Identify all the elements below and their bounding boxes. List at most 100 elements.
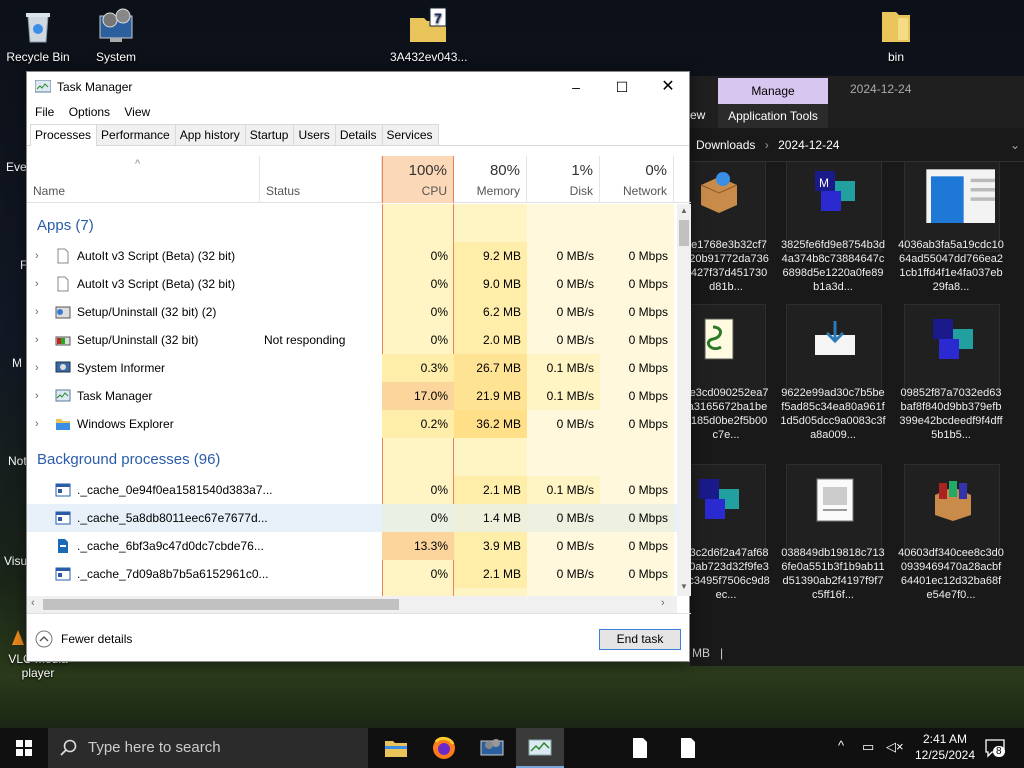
scroll-left-icon[interactable]: ‹ (31, 597, 35, 609)
column-memory[interactable]: 80% Memory (454, 156, 527, 203)
view-tab[interactable]: ew (690, 108, 705, 122)
cpu-value: 0% (430, 333, 448, 347)
table-row[interactable]: › AutoIt v3 Script (Beta) (32 bit) 0% 9.… (27, 242, 677, 270)
apps-group-header[interactable]: Apps (7) (37, 217, 94, 234)
table-row[interactable]: ._cache_7d09a8b7b5a6152961c0... 0% 2.1 M… (27, 560, 677, 588)
column-cpu[interactable]: 100% CPU (382, 156, 454, 203)
table-row[interactable]: › Windows Explorer 0.2% 36.2 MB 0 MB/s 0… (27, 410, 677, 438)
taskbar-firefox[interactable] (420, 728, 468, 768)
fewer-details-button[interactable]: Fewer details (35, 629, 155, 651)
scroll-down-icon[interactable]: ▼ (680, 582, 688, 591)
scroll-right-icon[interactable]: › (661, 597, 665, 609)
column-name[interactable]: ^ Name (27, 156, 260, 203)
process-name: AutoIt v3 Script (Beta) (32 bit) (77, 277, 236, 291)
title-bar[interactable]: Task Manager – ☐ ✕ (27, 72, 689, 102)
menu-options[interactable]: Options (67, 102, 115, 119)
breadcrumb-item[interactable]: 2024-12-24 (778, 138, 839, 152)
tab-processes[interactable]: Processes (30, 124, 98, 146)
file-explorer-window[interactable]: Manage 2024-12-24 ew Application Tools D… (690, 76, 1024, 666)
application-tools-tab[interactable]: Application Tools (718, 104, 828, 128)
system-gear-icon (99, 8, 133, 42)
chevron-right-icon[interactable]: › (35, 354, 39, 382)
taskbar-system[interactable] (468, 728, 516, 768)
menu-file[interactable]: File (33, 102, 59, 119)
tab-performance[interactable]: Performance (96, 124, 176, 145)
process-list: Apps (7) › AutoIt v3 Script (Beta) (32 b… (27, 204, 677, 596)
desktop-icon-recycle-bin[interactable]: Recycle Bin (0, 6, 76, 64)
chevron-right-icon[interactable]: › (35, 382, 39, 410)
chevron-down-icon[interactable]: ⌄ (1010, 138, 1020, 152)
winrar-icon (935, 481, 971, 521)
memory-value: 2.1 MB (454, 560, 527, 588)
column-status[interactable]: Status (260, 156, 382, 203)
column-network[interactable]: 0% Network (600, 156, 674, 203)
chevron-right-icon[interactable]: › (35, 326, 39, 354)
network-total: 0% (645, 162, 667, 179)
memory-value: 36.2 MB (454, 410, 527, 438)
close-button[interactable]: ✕ (645, 72, 691, 102)
column-disk[interactable]: 1% Disk (527, 156, 600, 203)
manage-tab[interactable]: Manage (718, 78, 828, 104)
chevron-right-icon[interactable]: › (35, 242, 39, 270)
chevron-right-icon[interactable]: › (35, 270, 39, 298)
tab-details[interactable]: Details (334, 124, 383, 145)
breadcrumb[interactable]: Downloads › 2024-12-24 ⌄ (690, 128, 1024, 162)
disk-value: 0.1 MB/s (527, 354, 600, 382)
table-row[interactable]: › Setup/Uninstall (32 bit) (2) 0% 6.2 MB… (27, 298, 677, 326)
taskbar: Type here to search ^ ▭ ◁× 2:41 AM 12/25… (0, 728, 1024, 768)
mfc-icon (933, 319, 973, 359)
table-row[interactable]: › System Informer 0.3% 26.7 MB 0.1 MB/s … (27, 354, 677, 382)
taskbar-task-manager[interactable] (516, 728, 564, 768)
horizontal-scrollbar[interactable]: ‹ › (27, 596, 677, 613)
minimize-button[interactable]: – (553, 72, 599, 102)
notification-button[interactable]: 8 (984, 738, 1006, 758)
network-icon[interactable]: ▭ (862, 739, 874, 755)
start-button[interactable] (0, 728, 48, 768)
scroll-thumb[interactable] (679, 220, 689, 246)
network-value: 0 Mbps (600, 504, 674, 532)
disk-value: 0 MB/s (556, 277, 594, 291)
tab-startup[interactable]: Startup (244, 124, 295, 145)
tab-app-history[interactable]: App history (174, 124, 246, 145)
column-name-label: Name (33, 184, 66, 198)
scroll-thumb[interactable] (43, 599, 399, 610)
desktop-icon-bin[interactable]: bin (858, 6, 934, 64)
volume-muted-icon[interactable]: ◁× (886, 739, 904, 755)
maximize-button[interactable]: ☐ (599, 72, 645, 102)
setup-icon (55, 336, 71, 346)
fewer-details-label: Fewer details (61, 632, 133, 646)
clock[interactable]: 2:41 AM 12/25/2024 (912, 731, 978, 763)
table-row[interactable]: ._cache_6bf3a9c47d0dc7cbde76... 13.3% 3.… (27, 532, 677, 560)
menu-view[interactable]: View (122, 102, 155, 119)
breadcrumb-item[interactable]: Downloads (696, 138, 755, 152)
footer-bar: Fewer details End task (27, 613, 691, 663)
process-name: AutoIt v3 Script (Beta) (32 bit) (77, 249, 236, 263)
disk-value: 0 MB/s (556, 417, 594, 431)
chevron-right-icon[interactable]: › (35, 410, 39, 438)
search-placeholder: Type here to search (88, 739, 221, 756)
background-group-header[interactable]: Background processes (96) (37, 451, 220, 468)
taskbar-document-1[interactable] (616, 728, 664, 768)
network-value: 0 Mbps (628, 539, 668, 553)
cpu-value: 13.3% (382, 532, 454, 560)
chevron-right-icon[interactable]: › (35, 298, 39, 326)
date-tab[interactable]: 2024-12-24 (850, 82, 911, 96)
tab-services[interactable]: Services (381, 124, 439, 145)
taskbar-document-2[interactable] (664, 728, 712, 768)
end-task-button[interactable]: End task (599, 629, 681, 650)
table-row[interactable]: › Task Manager 17.0% 21.9 MB 0.1 MB/s 0 … (27, 382, 677, 410)
chevron-up-icon[interactable]: ^ (838, 738, 844, 753)
tab-users[interactable]: Users (293, 124, 336, 145)
task-manager-window[interactable]: Task Manager – ☐ ✕ File Options View Pro… (26, 71, 691, 663)
table-row[interactable]: › Setup/Uninstall (32 bit) Not respondin… (27, 326, 677, 354)
search-box[interactable]: Type here to search (48, 728, 368, 768)
desktop-icon-system[interactable]: System (78, 6, 154, 64)
desktop-icon-archive[interactable]: 7 3A432ev043... (390, 6, 467, 64)
table-row[interactable]: ._cache_0e94f0ea1581540d383a7... 0% 2.1 … (27, 476, 677, 504)
table-row[interactable]: › AutoIt v3 Script (Beta) (32 bit) 0% 9.… (27, 270, 677, 298)
table-row-selected[interactable]: ._cache_5a8db8011eec67e7677d... 0% 1.4 M… (27, 504, 677, 532)
taskbar-file-explorer[interactable] (372, 728, 420, 768)
window-app-icon (55, 511, 71, 525)
scroll-up-icon[interactable]: ▲ (680, 206, 688, 215)
vertical-scrollbar[interactable]: ▲ ▼ (677, 204, 691, 596)
